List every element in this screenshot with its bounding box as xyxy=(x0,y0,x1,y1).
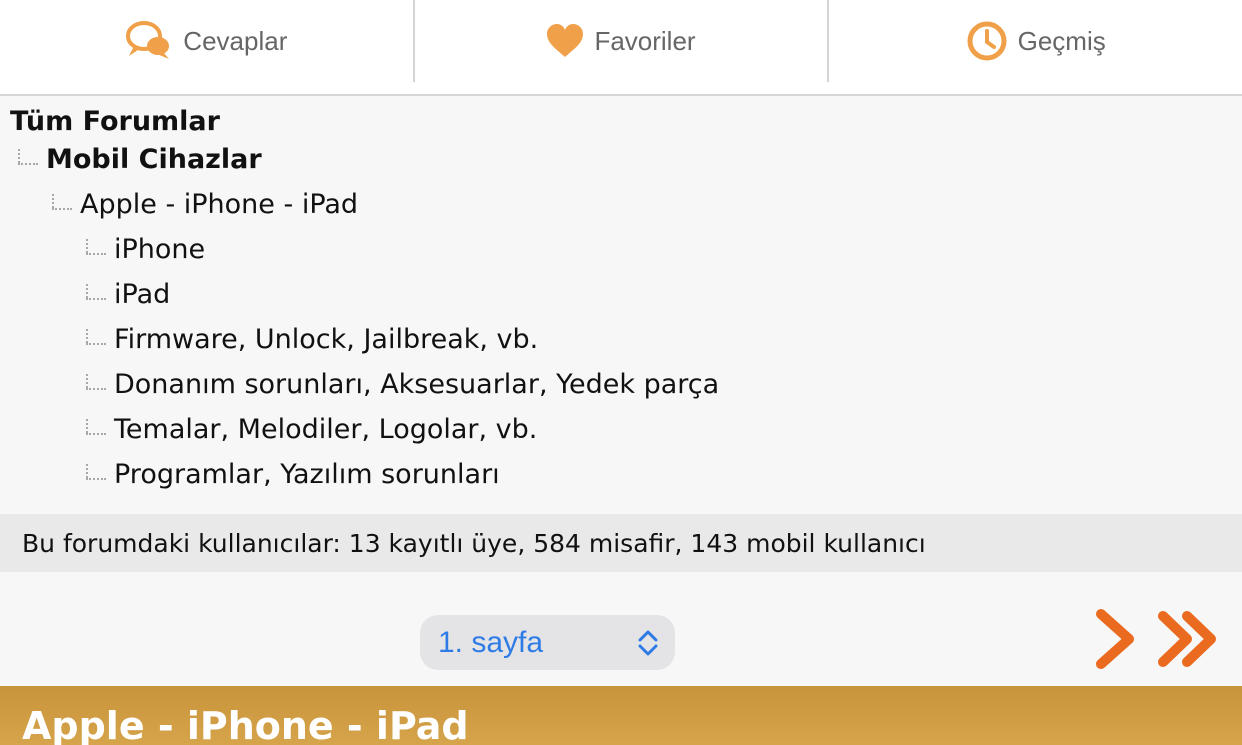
tab-cevaplar-label: Cevaplar xyxy=(183,25,288,56)
all-forums-link[interactable]: Tüm Forumlar xyxy=(10,106,220,137)
double-chevron-right-icon xyxy=(1155,611,1221,674)
forum-header: Apple - iPhone - iPad xyxy=(0,686,1242,745)
tab-gecmis[interactable]: Geçmiş xyxy=(829,0,1242,82)
tree-item-label: Temalar, Melodiler, Logolar, vb. xyxy=(114,414,538,445)
tree-connector-icon xyxy=(84,418,106,441)
heart-icon xyxy=(546,24,584,58)
forum-title: Apple - iPhone - iPad xyxy=(22,704,469,745)
tree-item-subforum[interactable]: iPad xyxy=(84,279,170,310)
forum-users-info: Bu forumdaki kullanıcılar: 13 kayıtlı üy… xyxy=(0,514,1242,572)
chevron-right-icon xyxy=(1093,609,1137,674)
tab-favoriler-label: Favoriler xyxy=(594,25,696,56)
top-navigation: Cevaplar Favoriler Geçmiş xyxy=(0,0,1242,96)
tree-item-forum[interactable]: Apple - iPhone - iPad xyxy=(50,189,358,220)
page-select[interactable]: 1. sayfa xyxy=(420,615,675,670)
last-page-button[interactable] xyxy=(1155,608,1221,674)
tree-item-subforum[interactable]: Donanım sorunları, Aksesuarlar, Yedek pa… xyxy=(84,369,719,400)
tab-gecmis-label: Geçmiş xyxy=(1017,25,1106,56)
tree-connector-icon xyxy=(16,148,38,171)
tree-connector-icon xyxy=(84,328,106,351)
tree-item-label: Apple - iPhone - iPad xyxy=(80,189,359,220)
tree-connector-icon xyxy=(84,238,106,261)
tab-cevaplar[interactable]: Cevaplar xyxy=(0,0,413,82)
tree-connector-icon xyxy=(50,193,72,216)
clock-icon xyxy=(966,20,1008,62)
tree-item-subforum[interactable]: Firmware, Unlock, Jailbreak, vb. xyxy=(84,324,538,355)
tree-item-subforum[interactable]: Programlar, Yazılım sorunları xyxy=(84,459,500,490)
tree-item-label: iPhone xyxy=(114,234,206,265)
tree-item-label: Programlar, Yazılım sorunları xyxy=(114,459,500,490)
tree-item-subforum[interactable]: Temalar, Melodiler, Logolar, vb. xyxy=(84,414,537,445)
tree-connector-icon xyxy=(84,283,106,306)
tree-item-label: Firmware, Unlock, Jailbreak, vb. xyxy=(114,324,539,355)
next-page-button[interactable] xyxy=(1093,608,1137,674)
tree-item-label: iPad xyxy=(114,279,171,310)
select-updown-icon xyxy=(637,629,659,661)
tree-connector-icon xyxy=(84,463,106,486)
speech-bubbles-icon xyxy=(125,20,173,62)
page-select-value: 1. sayfa xyxy=(438,625,544,659)
tree-item-subforum[interactable]: iPhone xyxy=(84,234,205,265)
tab-favoriler[interactable]: Favoriler xyxy=(415,0,828,82)
tree-item-label: Donanım sorunları, Aksesuarlar, Yedek pa… xyxy=(114,369,720,400)
tree-item-label: Mobil Cihazlar xyxy=(46,144,262,175)
tree-item-category[interactable]: Mobil Cihazlar xyxy=(16,144,262,175)
tree-connector-icon xyxy=(84,373,106,396)
